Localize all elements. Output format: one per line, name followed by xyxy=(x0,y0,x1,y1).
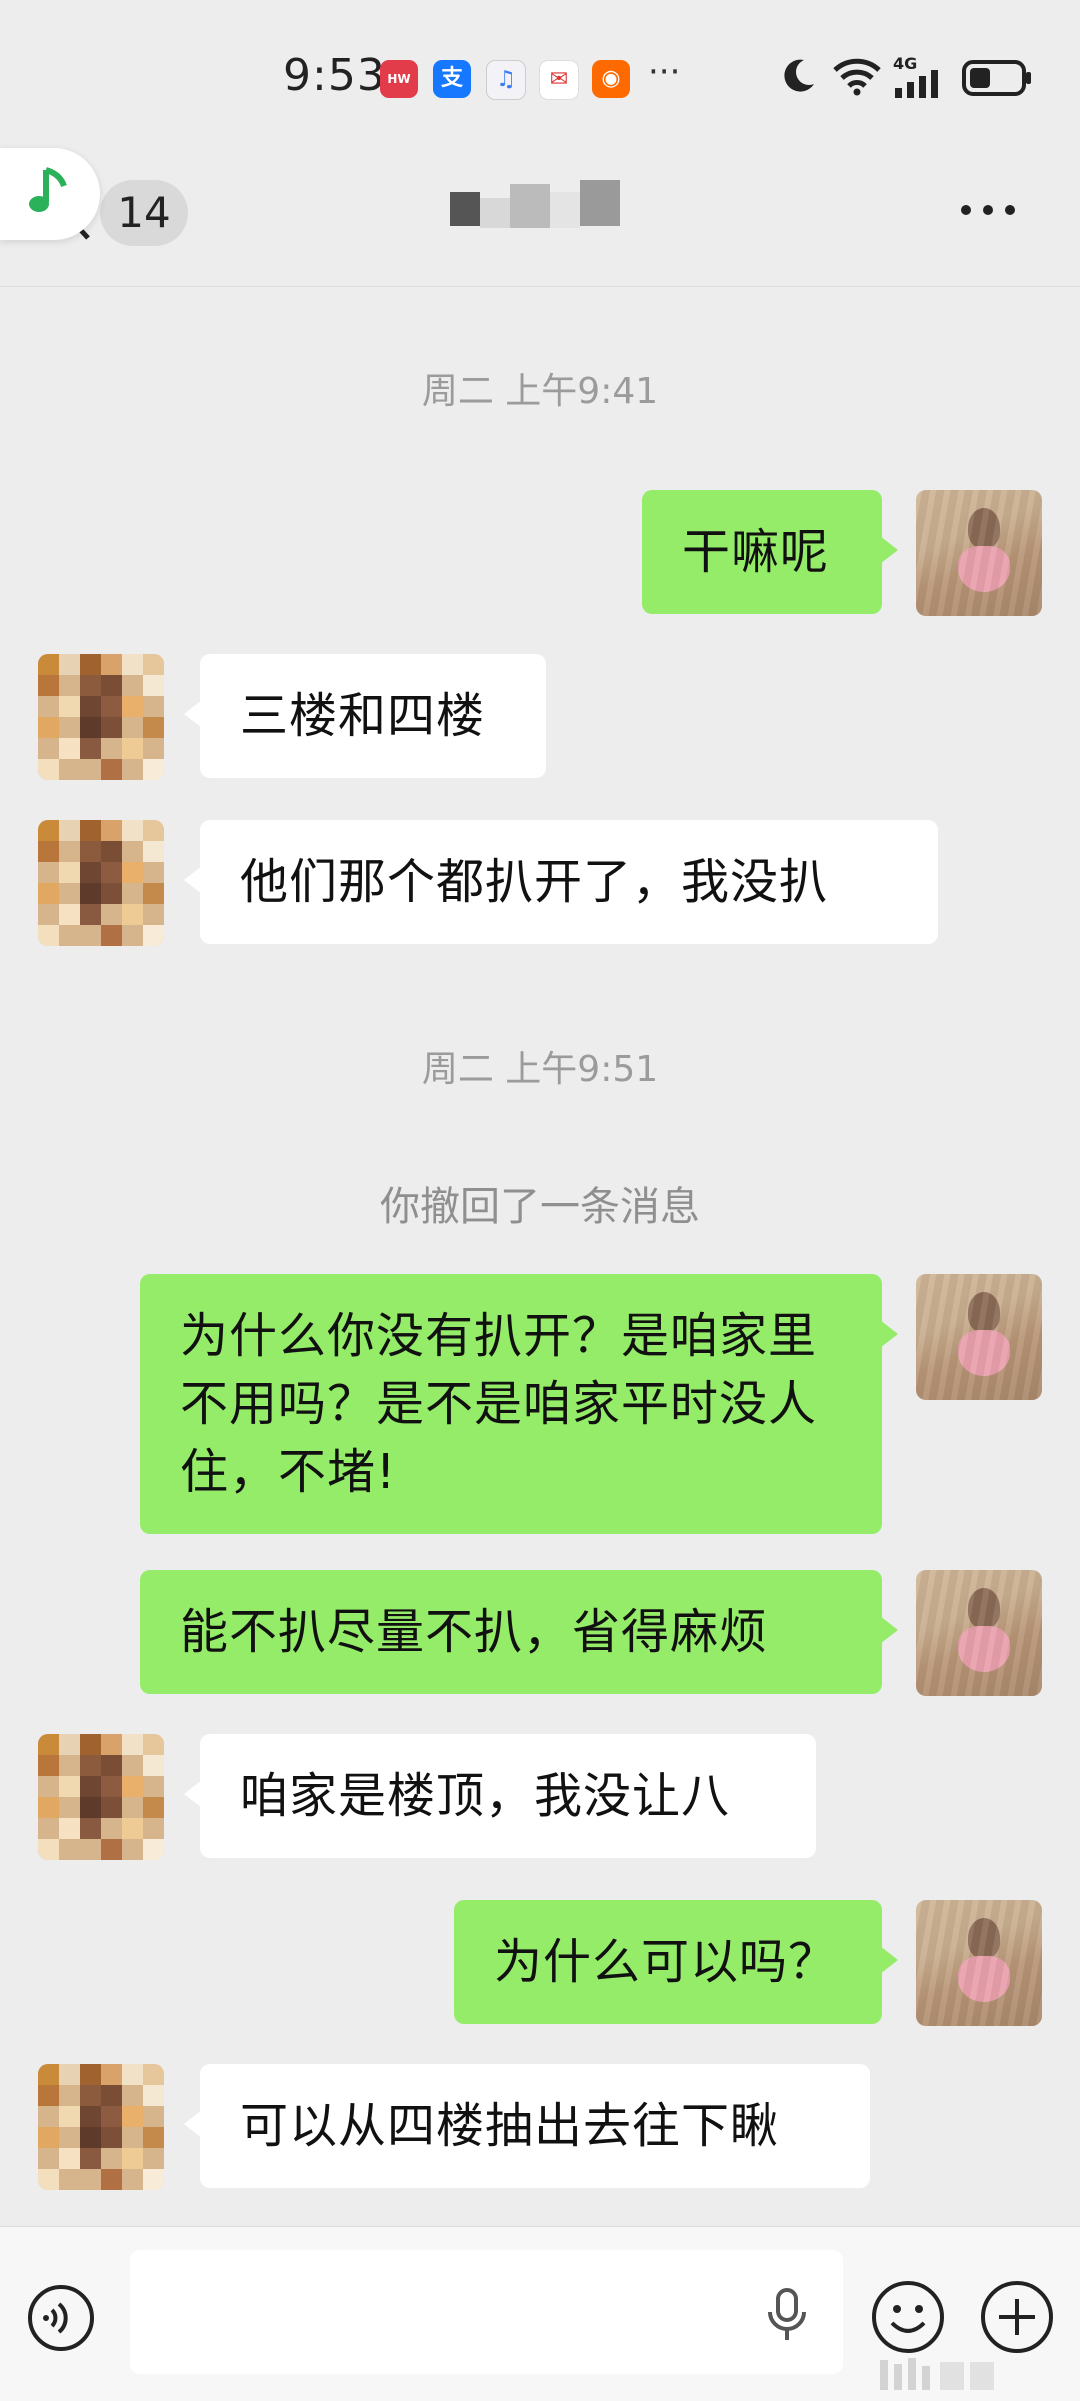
alipay-icon: 支 xyxy=(433,60,471,98)
music-app-icon: ♫ xyxy=(486,60,526,100)
wifi-icon xyxy=(833,58,881,96)
more-options-icon[interactable] xyxy=(958,190,1018,230)
header-divider xyxy=(0,286,1080,287)
contact-message-bubble[interactable]: 咱家是楼顶，我没让八 xyxy=(184,1734,816,1858)
emoji-icon[interactable] xyxy=(870,2279,946,2355)
status-overflow: ··· xyxy=(648,52,681,92)
contact-avatar[interactable] xyxy=(38,820,164,946)
my-message-bubble[interactable]: 干嘛呢 xyxy=(642,490,898,614)
chat-title-obscured xyxy=(450,180,630,238)
floating-music-widget[interactable] xyxy=(0,148,100,240)
watermark-logo xyxy=(880,2358,994,2390)
timestamp: 周二 上午9:41 xyxy=(421,371,659,412)
my-message-bubble[interactable]: 能不扒尽量不扒，省得麻烦 xyxy=(140,1570,898,1694)
my-avatar[interactable] xyxy=(916,1570,1042,1696)
message-input[interactable] xyxy=(130,2250,843,2374)
microphone-icon[interactable] xyxy=(763,2286,811,2344)
status-time: 9:53 xyxy=(283,50,386,101)
do-not-disturb-icon xyxy=(784,59,814,92)
my-message-bubble[interactable]: 为什么你没有扒开？是咱家里不用吗？是不是咱家平时没人住，不堵! xyxy=(140,1274,898,1534)
contact-avatar[interactable] xyxy=(38,654,164,780)
status-bar: 9:53 HW 支 ♫ ✉ ◉ ··· 4G xyxy=(0,0,1080,150)
timestamp: 周二 上午9:51 xyxy=(421,1049,659,1090)
contact-avatar[interactable] xyxy=(38,2064,164,2190)
cellular-signal-icon: 4G xyxy=(893,54,949,98)
mail-app-icon: ✉ xyxy=(539,60,579,100)
contact-message-bubble[interactable]: 他们那个都扒开了，我没扒 xyxy=(184,820,938,944)
my-message-bubble[interactable]: 为什么可以吗？ xyxy=(454,1900,898,2024)
my-avatar[interactable] xyxy=(916,1274,1042,1400)
battery-icon xyxy=(962,60,1031,96)
my-avatar[interactable] xyxy=(916,490,1042,616)
voice-mode-icon[interactable] xyxy=(26,2283,96,2353)
music-note-icon xyxy=(29,167,67,212)
taobao-app-icon: ◉ xyxy=(592,60,630,98)
recall-notice: 你撤回了一条消息 xyxy=(380,1184,700,1230)
contact-message-bubble[interactable]: 可以从四楼抽出去往下瞅 xyxy=(184,2064,870,2188)
huawei-store-icon: HW xyxy=(380,60,418,98)
unread-count-badge[interactable]: 14 xyxy=(100,180,188,246)
my-avatar[interactable] xyxy=(916,1900,1042,2026)
plus-menu-icon[interactable] xyxy=(979,2279,1055,2355)
contact-avatar[interactable] xyxy=(38,1734,164,1860)
contact-message-bubble[interactable]: 三楼和四楼 xyxy=(184,654,546,778)
